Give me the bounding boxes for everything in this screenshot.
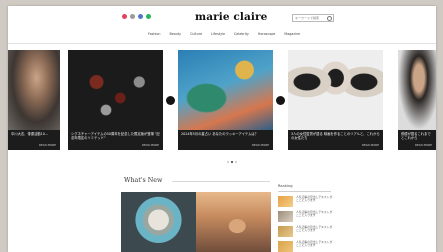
carousel-card[interactable]: 俳優が語るこれまでとこれから READ MORE bbox=[398, 50, 436, 150]
carousel-card[interactable]: 2024年5月の星占い あなたのラッキーアイテムは？ READ MORE bbox=[178, 50, 273, 150]
read-more-link[interactable]: READ MORE bbox=[142, 143, 159, 147]
nav-item-celebrity[interactable]: Celebrity bbox=[234, 32, 249, 36]
nav-item-magazine[interactable]: Magazine bbox=[284, 32, 300, 36]
ranking-divider bbox=[278, 191, 331, 192]
search-input[interactable] bbox=[293, 15, 325, 21]
ranking-thumbnail bbox=[278, 226, 293, 237]
ranking-text: 人気記事の見出しテキストがここに入ります bbox=[296, 225, 333, 233]
carousel-dot[interactable] bbox=[227, 161, 229, 163]
carousel-card[interactable]: シグネチャーアイテムの50周年を記念した限定版が登場 "記念年限定のリミテッド"… bbox=[68, 50, 163, 150]
read-more-link[interactable]: READ MORE bbox=[362, 143, 379, 147]
line-icon[interactable] bbox=[146, 14, 151, 19]
search-box[interactable] bbox=[292, 14, 334, 22]
card-image bbox=[68, 50, 163, 130]
page: marie claire Fashion Beauty Culture Life… bbox=[8, 6, 436, 252]
carousel-card[interactable]: 3人の女性監督が語る 映画を作ることのリアルと、これからの女性たち READ M… bbox=[288, 50, 383, 150]
social-links bbox=[122, 14, 151, 19]
carousel-dot-active[interactable] bbox=[231, 161, 233, 163]
card-caption: 3人の女性監督が語る 映画を作ることのリアルと、これからの女性たち bbox=[288, 130, 383, 150]
news-tile[interactable] bbox=[121, 192, 196, 252]
card-caption: 2024年5月の星占い あなたのラッキーアイテムは？ bbox=[178, 130, 273, 150]
read-more-link[interactable]: READ MORE bbox=[252, 143, 269, 147]
main-nav: Fashion Beauty Culture Lifestyle Celebri… bbox=[148, 32, 300, 36]
news-tile[interactable] bbox=[196, 192, 271, 252]
ranking-thumbnail bbox=[278, 211, 293, 222]
ranking-text: 人気記事の見出しテキストがここに入ります bbox=[296, 210, 333, 218]
ranking-text: 人気記事の見出しテキストがここに入ります bbox=[296, 195, 333, 203]
card-caption: 中川大志、俳優活動10... bbox=[8, 130, 60, 150]
ranking-item[interactable]: 人気記事の見出しテキストがここに入ります bbox=[278, 195, 334, 208]
read-more-link[interactable]: READ MORE bbox=[415, 143, 432, 147]
card-caption: シグネチャーアイテムの50周年を記念した限定版が登場 "記念年限定のリミテッド" bbox=[68, 130, 163, 150]
carousel-dots bbox=[227, 161, 237, 163]
site-header: marie claire Fashion Beauty Culture Life… bbox=[8, 6, 436, 46]
whats-new-heading: What's New bbox=[124, 177, 163, 184]
whats-new-divider bbox=[172, 181, 270, 182]
ranking-item[interactable]: 人気記事の見出しテキストがここに入ります bbox=[278, 225, 334, 238]
facebook-icon[interactable] bbox=[138, 14, 143, 19]
read-more-link[interactable]: READ MORE bbox=[39, 143, 56, 147]
card-image bbox=[398, 50, 436, 130]
carousel-prev-arrow[interactable] bbox=[166, 96, 175, 105]
ranking-thumbnail bbox=[278, 196, 293, 207]
ranking-heading: Ranking bbox=[278, 184, 293, 188]
x-icon[interactable] bbox=[130, 14, 135, 19]
ranking-item[interactable]: 人気記事の見出しテキストがここに入ります bbox=[278, 240, 334, 252]
card-image bbox=[178, 50, 273, 130]
nav-item-fashion[interactable]: Fashion bbox=[148, 32, 160, 36]
feature-carousel: 中川大志、俳優活動10... READ MORE シグネチャーアイテムの50周年… bbox=[8, 50, 436, 163]
card-image bbox=[288, 50, 383, 130]
nav-item-lifestyle[interactable]: Lifestyle bbox=[211, 32, 225, 36]
nav-item-beauty[interactable]: Beauty bbox=[169, 32, 181, 36]
ranking-item[interactable]: 人気記事の見出しテキストがここに入ります bbox=[278, 210, 334, 223]
search-icon[interactable] bbox=[327, 16, 332, 21]
card-image bbox=[8, 50, 60, 130]
header-divider bbox=[8, 43, 436, 44]
nav-item-culture[interactable]: Culture bbox=[190, 32, 202, 36]
card-caption: 俳優が語るこれまでとこれから bbox=[398, 130, 436, 150]
nav-item-horoscope[interactable]: Horoscope bbox=[258, 32, 275, 36]
carousel-next-arrow[interactable] bbox=[276, 96, 285, 105]
ranking-text: 人気記事の見出しテキストがここに入ります bbox=[296, 240, 333, 248]
instagram-icon[interactable] bbox=[122, 14, 127, 19]
carousel-card[interactable]: 中川大志、俳優活動10... READ MORE bbox=[8, 50, 60, 150]
site-logo[interactable]: marie claire bbox=[195, 11, 267, 23]
carousel-dot[interactable] bbox=[235, 161, 237, 163]
ranking-thumbnail bbox=[278, 241, 293, 252]
